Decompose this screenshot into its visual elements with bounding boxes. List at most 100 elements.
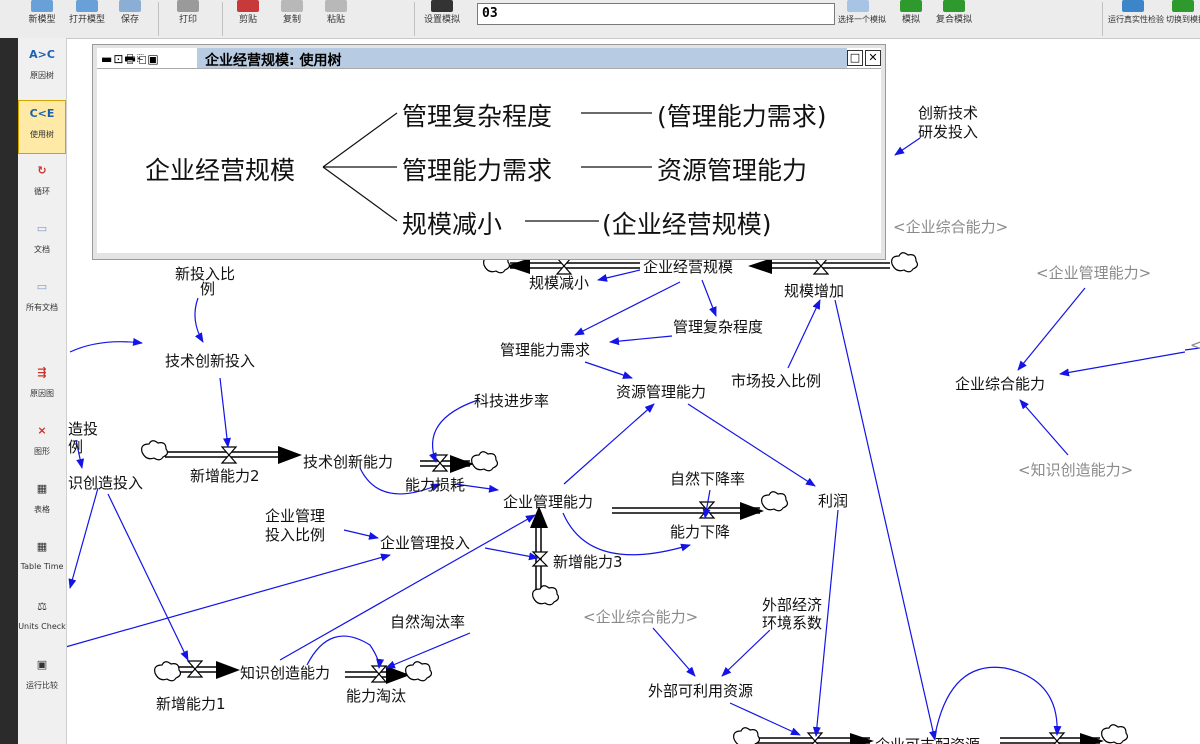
- tree-node-leaf[interactable]: 资源管理能力: [657, 151, 807, 187]
- switch-icon: [1172, 0, 1194, 12]
- window-tool-icons[interactable]: ▬⊡🖶⎗▣: [101, 50, 160, 71]
- shadow-var-qyzhnl-mid[interactable]: <企业综合能力>: [583, 608, 698, 626]
- var-zrxjl[interactable]: 自然下降率: [670, 470, 745, 488]
- causes-tree-tool[interactable]: A>C 原因树: [18, 42, 66, 96]
- table-time-tool[interactable]: ▦ Table Time: [18, 534, 66, 590]
- var-nltt[interactable]: 能力淘汰: [346, 687, 406, 705]
- copy-button[interactable]: 复制: [274, 0, 310, 38]
- window-edge-strip: [0, 38, 18, 744]
- setup-simulation-button[interactable]: 设置模拟: [418, 0, 466, 38]
- new-model-button[interactable]: 新模型: [22, 0, 62, 38]
- var-wbjj-line1[interactable]: 外部经济: [762, 596, 822, 614]
- var-xznl3[interactable]: 新增能力3: [553, 553, 623, 571]
- play-icon: [900, 0, 922, 12]
- simulate-button[interactable]: 模拟: [896, 0, 926, 38]
- shadow-var-qyglnl[interactable]: <企业管理能力>: [1036, 264, 1151, 282]
- tree-node-mid[interactable]: 管理能力需求: [402, 151, 552, 187]
- toolbar-divider: [158, 2, 159, 36]
- var-gmjx[interactable]: 规模减小: [529, 274, 589, 292]
- open-model-icon: [76, 0, 98, 12]
- uses-tree-window[interactable]: ▬⊡🖶⎗▣ 企业经营规模: 使用树 □ ✕ 企业经营规模 管理复杂程度 (管理能…: [92, 44, 886, 260]
- tree-node-leaf[interactable]: (管理能力需求): [657, 97, 827, 133]
- tree-node-leaf[interactable]: (企业经营规模): [602, 205, 772, 241]
- var-jscxnl[interactable]: 技术创新能力: [303, 453, 393, 471]
- tree-root[interactable]: 企业经营规模: [145, 151, 295, 187]
- choose-simulation-icon: [847, 0, 869, 12]
- synthesim-button[interactable]: 复合模拟: [932, 0, 976, 38]
- var-qykzpzy[interactable]: 企业可支配资源: [875, 736, 980, 744]
- causes-strip-tool[interactable]: ⇶ 原因图: [18, 360, 66, 414]
- window-title-bar[interactable]: ▬⊡🖶⎗▣ 企业经营规模: 使用树 □ ✕: [97, 48, 881, 69]
- loops-tool[interactable]: ↻ 循环: [18, 158, 66, 212]
- cut-button[interactable]: 剪贴: [230, 0, 266, 38]
- var-cxjsyf-line1[interactable]: 创新技术: [918, 104, 978, 122]
- var-xznl1[interactable]: 新增能力1: [156, 695, 226, 713]
- window-title: 企业经营规模: 使用树: [205, 53, 342, 69]
- paste-button[interactable]: 粘贴: [318, 0, 354, 38]
- document-all-icon: ▭: [36, 280, 48, 293]
- var-zscznl[interactable]: 知识创造能力: [240, 664, 330, 682]
- var-xtrbl-line2[interactable]: 例: [200, 280, 215, 298]
- runs-compare-tool[interactable]: ▣ 运行比较: [18, 652, 66, 706]
- var-qyglbl-line1[interactable]: 企业管理: [265, 507, 325, 525]
- table-tool[interactable]: ▦ 表格: [18, 476, 66, 530]
- document-icon: ▭: [36, 222, 48, 235]
- var-cxjsyf-line2[interactable]: 研发投入: [918, 123, 978, 141]
- var-zztr-line1[interactable]: 造投: [68, 420, 98, 438]
- reality-check-icon: [1122, 0, 1144, 12]
- var-kjjbl[interactable]: 科技进步率: [474, 392, 549, 410]
- simulation-name-input[interactable]: [477, 3, 835, 25]
- var-zyglnl[interactable]: 资源管理能力: [616, 383, 706, 401]
- var-xznl2[interactable]: 新增能力2: [190, 467, 260, 485]
- open-model-button[interactable]: 打开模型: [64, 0, 110, 38]
- var-nlxj[interactable]: 能力下降: [670, 523, 730, 541]
- var-gmzj[interactable]: 规模增加: [784, 282, 844, 300]
- paste-icon: [325, 0, 347, 12]
- var-zztr-line2[interactable]: 例: [68, 438, 83, 456]
- var-sctrbl[interactable]: 市场投入比例: [731, 372, 821, 390]
- flow-arrowheads: [216, 258, 1104, 744]
- var-nlsh[interactable]: 能力损耗: [405, 476, 465, 494]
- close-button[interactable]: ✕: [865, 50, 881, 66]
- shadow-var-qyzhnl-top[interactable]: <企业综合能力>: [893, 218, 1008, 236]
- document-all-tool[interactable]: ▭ 所有文档: [18, 274, 66, 328]
- var-glnlxq[interactable]: 管理能力需求: [500, 341, 590, 359]
- uses-tree-tool[interactable]: C<E 使用树: [18, 100, 66, 154]
- print-icon: [177, 0, 199, 12]
- reality-check-button[interactable]: 运行真实性检验: [1108, 0, 1164, 38]
- cut-icon: [237, 0, 259, 12]
- choose-simulation-button[interactable]: 选择一个模拟: [838, 0, 886, 38]
- units-check-tool[interactable]: ⚖ Units Check: [18, 594, 66, 650]
- var-jscxtr[interactable]: 技术创新投入: [165, 352, 255, 370]
- var-qyzhnl[interactable]: 企业综合能力: [955, 375, 1045, 393]
- uses-tree-icon: C<E: [29, 107, 55, 120]
- restore-button[interactable]: □: [847, 50, 863, 66]
- var-glfzcd[interactable]: 管理复杂程度: [673, 318, 763, 336]
- table-icon: ▦: [36, 482, 48, 495]
- var-zsczr[interactable]: 识创造投入: [68, 474, 143, 492]
- switch-to-sim-button[interactable]: 切换到模拟: [1166, 0, 1200, 38]
- var-wbjj-line2[interactable]: 环境系数: [762, 614, 822, 632]
- new-model-icon: [31, 0, 53, 12]
- toolbar-divider: [222, 2, 223, 36]
- shadow-var-edge[interactable]: <: [1190, 336, 1200, 354]
- tree-node-mid[interactable]: 管理复杂程度: [402, 97, 552, 133]
- var-wbklyzy[interactable]: 外部可利用资源: [648, 682, 753, 700]
- causes-strip-icon: ⇶: [37, 366, 47, 379]
- shadow-var-zscznl[interactable]: <知识创造能力>: [1018, 461, 1133, 479]
- var-zrttl[interactable]: 自然淘汰率: [390, 613, 465, 631]
- print-button[interactable]: 打印: [168, 0, 208, 38]
- var-lr[interactable]: 利润: [818, 492, 848, 510]
- document-tool[interactable]: ▭ 文档: [18, 216, 66, 270]
- balance-scale-icon: ⚖: [37, 600, 47, 613]
- var-qyglbl-line2[interactable]: 投入比例: [265, 526, 325, 544]
- graph-tool[interactable]: ⨯ 图形: [18, 418, 66, 472]
- tree-node-mid[interactable]: 规模减小: [402, 205, 502, 241]
- table-time-icon: ▦: [36, 540, 48, 553]
- var-qyjygm[interactable]: 企业经营规模: [643, 258, 733, 276]
- var-qygltr[interactable]: 企业管理投入: [380, 534, 470, 552]
- save-icon: [119, 0, 141, 12]
- var-qyglnl[interactable]: 企业管理能力: [503, 493, 593, 511]
- loops-icon: ↻: [37, 164, 47, 177]
- save-button[interactable]: 保存: [112, 0, 148, 38]
